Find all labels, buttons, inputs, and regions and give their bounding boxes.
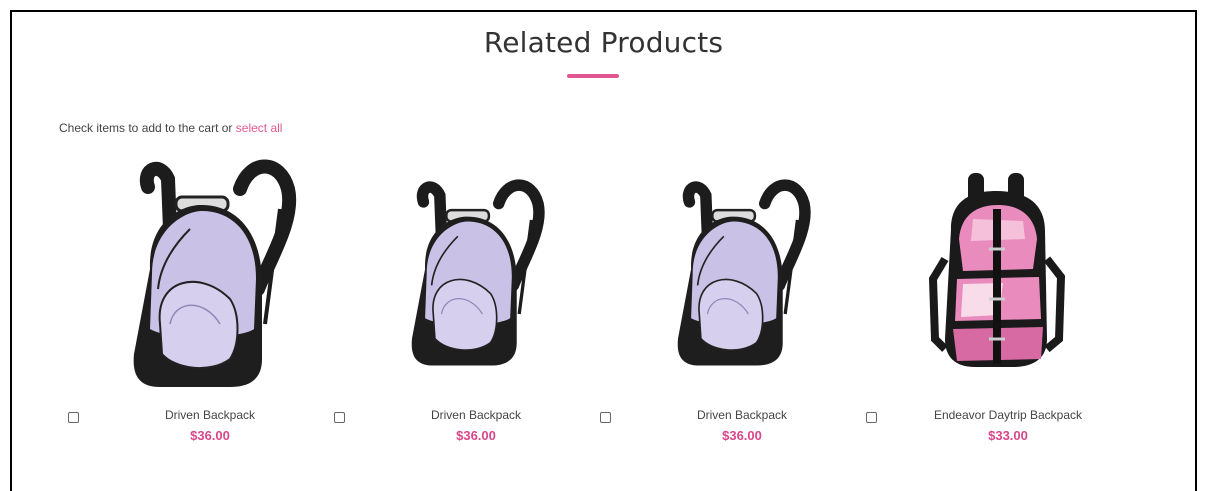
lavender-backpack-icon <box>133 159 297 387</box>
product-price: $36.00 <box>190 428 230 443</box>
add-to-cart-checkbox[interactable] <box>600 412 611 423</box>
related-products-panel: Related Products Check items to add to t… <box>10 10 1197 491</box>
product-name[interactable]: Endeavor Daytrip Backpack <box>888 408 1128 422</box>
product-image[interactable] <box>336 146 596 391</box>
add-to-cart-checkbox[interactable] <box>334 412 345 423</box>
product-price: $33.00 <box>988 428 1028 443</box>
add-to-cart-checkbox[interactable] <box>866 412 877 423</box>
product-card: Driven Backpack $36.00 <box>334 146 596 466</box>
product-name[interactable]: Driven Backpack <box>90 408 330 422</box>
product-price: $36.00 <box>456 428 496 443</box>
product-name[interactable]: Driven Backpack <box>622 408 862 422</box>
product-card: Endeavor Daytrip Backpack $33.00 <box>866 146 1128 466</box>
product-image[interactable] <box>868 146 1128 391</box>
product-card: Driven Backpack $36.00 <box>600 146 862 466</box>
add-to-cart-checkbox[interactable] <box>68 412 79 423</box>
pink-backpack-icon <box>928 172 1066 367</box>
add-to-cart-instruction: Check items to add to the cart or select… <box>59 121 282 135</box>
section-title: Related Products <box>483 26 724 59</box>
select-all-link[interactable]: select all <box>236 121 283 135</box>
instruction-text: Check items to add to the cart or <box>59 121 233 135</box>
product-image[interactable] <box>602 146 862 391</box>
product-card: Driven Backpack $36.00 <box>68 146 330 466</box>
lavender-backpack-icon <box>677 179 811 366</box>
product-name[interactable]: Driven Backpack <box>356 408 596 422</box>
product-image[interactable] <box>70 146 330 391</box>
title-underline <box>567 74 619 78</box>
product-price: $36.00 <box>722 428 762 443</box>
lavender-backpack-icon <box>411 179 545 366</box>
